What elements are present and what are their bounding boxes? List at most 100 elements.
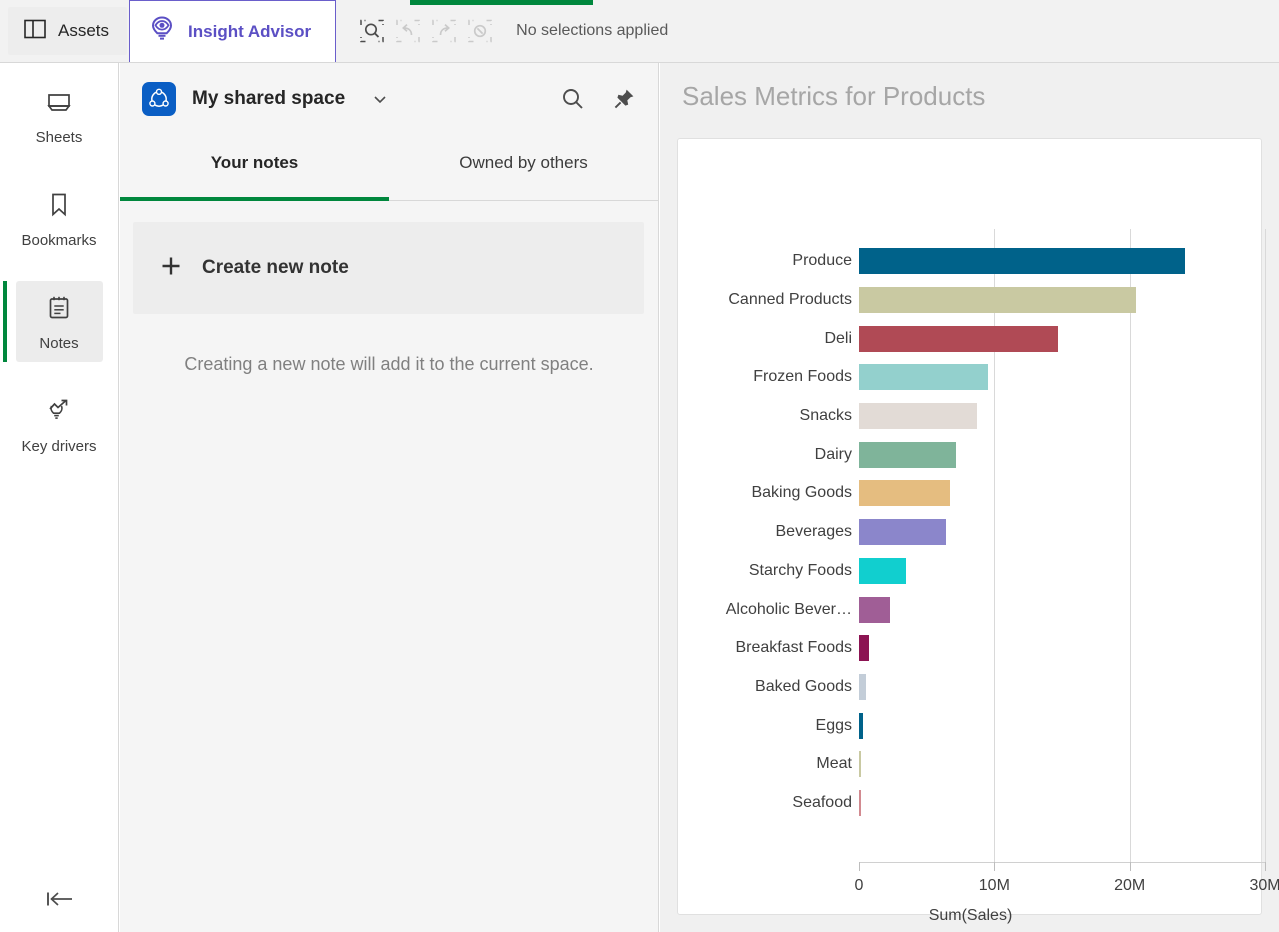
- chart-bar[interactable]: [859, 287, 1137, 314]
- chart-x-axis-line: [859, 862, 1265, 863]
- chart-bar[interactable]: [859, 441, 957, 468]
- chevron-down-icon[interactable]: [371, 90, 389, 108]
- chart-category-label[interactable]: Seafood: [678, 784, 858, 823]
- chart-bar[interactable]: [859, 325, 1058, 352]
- selection-undo-icon[interactable]: [394, 17, 422, 45]
- space-header: My shared space: [120, 63, 658, 135]
- sidebar-label-sheets: Sheets: [35, 129, 83, 146]
- selection-search-icon[interactable]: [358, 17, 386, 45]
- chart-bar-row[interactable]: [859, 513, 1264, 552]
- clear-selections-icon[interactable]: [466, 17, 494, 45]
- plus-icon: [160, 255, 182, 282]
- shared-space-icon: [142, 82, 176, 116]
- chart-bar-row[interactable]: [859, 706, 1264, 745]
- pin-icon[interactable]: [612, 87, 636, 111]
- sidebar-item-bookmarks[interactable]: Bookmarks: [16, 178, 103, 259]
- sidebar-item-key-drivers[interactable]: Key drivers: [16, 384, 103, 465]
- insight-advisor-icon: [150, 16, 174, 47]
- chart-bar-row[interactable]: [859, 629, 1264, 668]
- chart-bar[interactable]: [859, 751, 861, 778]
- top-toolbar: Assets Insight Advisor No selections app…: [0, 0, 1279, 63]
- chart-bar-row[interactable]: [859, 745, 1264, 784]
- sheets-icon: [46, 91, 72, 120]
- chart-category-label[interactable]: Dairy: [678, 435, 858, 474]
- chart-bar-row[interactable]: [859, 435, 1264, 474]
- bar-chart[interactable]: Produce Canned Products Deli Frozen Foods Sn…: [678, 139, 1279, 924]
- selections-status-text: No selections applied: [516, 22, 669, 39]
- chart-bar[interactable]: [859, 403, 977, 430]
- chart-category-label[interactable]: Alcoholic Bever…: [678, 590, 858, 629]
- sidebar-label-notes: Notes: [39, 335, 79, 352]
- chart-bar-row[interactable]: [859, 358, 1264, 397]
- chart-gridline: [1265, 229, 1266, 862]
- selection-redo-icon[interactable]: [430, 17, 458, 45]
- chart-x-axis-title: Sum(Sales): [928, 907, 1013, 924]
- chart-x-tick: [1129, 862, 1131, 871]
- chart-x-tick: [1265, 862, 1266, 871]
- chart-card: Produce Canned Products Deli Frozen Foods Sn…: [677, 138, 1279, 924]
- notes-tabs: Your notes Owned by others: [120, 141, 658, 201]
- chart-category-label[interactable]: Meat: [678, 745, 858, 784]
- chart-x-tick-label: 10M: [978, 877, 1010, 894]
- chart-category-label[interactable]: Frozen Foods: [678, 358, 858, 397]
- chart-x-tick-labels: 0 10M 20M 30M: [678, 877, 1279, 899]
- tab-owned-by-others[interactable]: Owned by others: [389, 141, 658, 200]
- chart-category-label[interactable]: Snacks: [678, 397, 858, 436]
- chart-bar[interactable]: [859, 635, 870, 662]
- space-name: My shared space: [192, 88, 346, 109]
- assets-label: Assets: [58, 21, 110, 40]
- chart-category-label[interactable]: Beverages: [678, 513, 858, 552]
- chart-bar-row[interactable]: [859, 784, 1264, 823]
- collapse-sidebar-button[interactable]: [0, 889, 119, 914]
- sidebar-label-key-drivers: Key drivers: [21, 438, 97, 455]
- chart-bar-row[interactable]: [859, 319, 1264, 358]
- sidebar-item-notes[interactable]: Notes: [2, 281, 103, 362]
- chart-category-label[interactable]: Starchy Foods: [678, 552, 858, 591]
- insight-advisor-label: Insight Advisor: [188, 21, 312, 41]
- chart-bar-row[interactable]: [859, 668, 1264, 707]
- chart-bars: [859, 242, 1264, 862]
- chart-x-tick-label: 20M: [1114, 877, 1146, 894]
- chart-bar[interactable]: [859, 519, 946, 546]
- left-rail: Sheets Bookmarks Notes Key drivers: [0, 63, 119, 932]
- assets-button[interactable]: Assets: [8, 7, 128, 55]
- chart-bar[interactable]: [859, 712, 864, 739]
- sidebar-item-sheets[interactable]: Sheets: [16, 77, 103, 156]
- create-new-note-button[interactable]: Create new note: [133, 222, 644, 314]
- chart-bar[interactable]: [859, 557, 907, 584]
- tab-your-notes[interactable]: Your notes: [120, 141, 389, 201]
- notes-icon: [47, 295, 71, 326]
- chart-x-tick: [994, 862, 996, 871]
- notes-empty-hint: Creating a new note will add it to the c…: [184, 354, 594, 374]
- assets-panel-icon: [24, 19, 46, 44]
- chart-category-label[interactable]: Produce: [678, 242, 858, 281]
- chart-x-tick: [859, 862, 860, 871]
- chart-bar[interactable]: [859, 480, 951, 507]
- chart-bar[interactable]: [859, 248, 1186, 275]
- chart-category-label[interactable]: Eggs: [678, 706, 858, 745]
- tab-owned-by-others-label: Owned by others: [459, 153, 588, 172]
- chart-bar-row[interactable]: [859, 397, 1264, 436]
- chart-bar[interactable]: [859, 596, 891, 623]
- selection-toolbar: No selections applied: [358, 17, 668, 45]
- create-new-note-label: Create new note: [202, 257, 349, 278]
- insight-advisor-tab[interactable]: Insight Advisor: [129, 0, 337, 62]
- chart-bar[interactable]: [859, 789, 861, 816]
- chart-bar-row[interactable]: [859, 552, 1264, 591]
- chart-bar-row[interactable]: [859, 590, 1264, 629]
- chart-bar[interactable]: [859, 364, 989, 391]
- chart-category-label[interactable]: Breakfast Foods: [678, 629, 858, 668]
- chart-bar-row[interactable]: [859, 281, 1264, 320]
- notes-panel: My shared space Your notes Owned by othe…: [120, 63, 659, 932]
- chart-category-label[interactable]: Baking Goods: [678, 474, 858, 513]
- chart-category-label[interactable]: Baked Goods: [678, 668, 858, 707]
- chart-bar-row[interactable]: [859, 474, 1264, 513]
- search-icon[interactable]: [560, 86, 586, 112]
- chart-bar[interactable]: [859, 673, 867, 700]
- chart-category-label[interactable]: Deli: [678, 319, 858, 358]
- chart-bar-row[interactable]: [859, 242, 1264, 281]
- chart-x-tick-label: 30M: [1249, 877, 1279, 894]
- chart-category-label[interactable]: Canned Products: [678, 281, 858, 320]
- collapse-left-icon: [44, 889, 76, 914]
- chart-x-tick-label: 0: [854, 877, 864, 894]
